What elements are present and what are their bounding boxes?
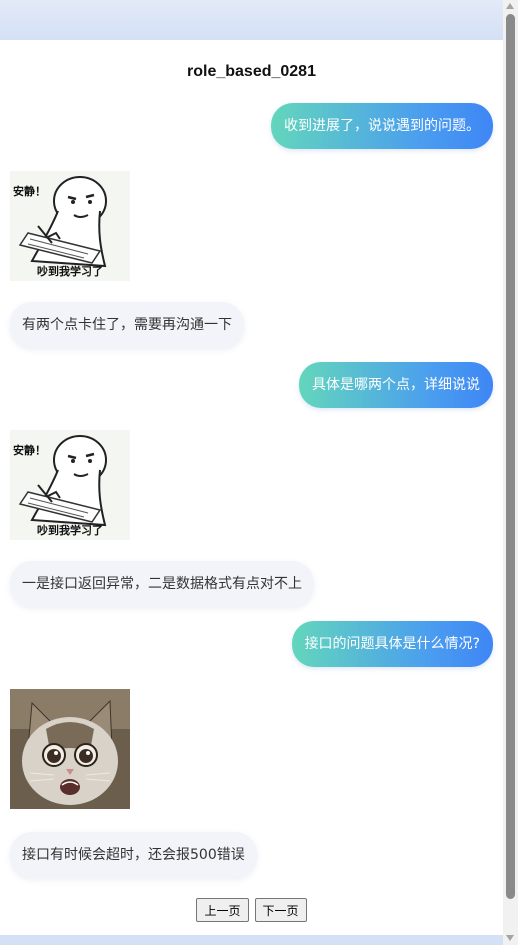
sticker-caption-text: 吵到我学习了	[37, 524, 103, 537]
message-bubble-incoming: 接口有时候会超时，还会报500错误	[10, 832, 257, 878]
pagination: 上一页 下一页	[0, 898, 503, 922]
prev-page-button[interactable]: 上一页	[196, 898, 249, 922]
message-bubble-outgoing: 接口的问题具体是什么情况?	[291, 621, 493, 667]
message-bubble-outgoing: 收到进展了，说说遇到的问题。	[271, 103, 493, 149]
studying-meme-sticker: 安静！ 吵到我学习了	[10, 430, 130, 540]
studying-meme-sticker: 安静！ 吵到我学习了	[10, 171, 130, 281]
vertical-scrollbar[interactable]	[503, 0, 518, 945]
shocked-cat-sticker	[10, 689, 130, 809]
shocked-cat-icon	[10, 689, 130, 809]
sticker-tag-text: 安静！	[13, 185, 46, 198]
sticker-tag-text: 安静！	[13, 444, 46, 457]
scroll-down-arrow-icon[interactable]	[506, 935, 514, 941]
next-page-button[interactable]: 下一页	[254, 898, 307, 922]
top-header-band	[0, 0, 518, 40]
chat-title: role_based_0281	[187, 63, 316, 80]
message-bubble-incoming: 一是接口返回异常，二是数据格式有点对不上	[10, 561, 314, 607]
scrollbar-thumb[interactable]	[506, 14, 515, 899]
scroll-up-arrow-icon[interactable]	[506, 3, 514, 9]
message-bubble-outgoing: 具体是哪两个点，详细说说	[299, 362, 493, 408]
sticker-caption-text: 吵到我学习了	[37, 265, 103, 278]
bottom-band	[0, 935, 518, 945]
message-bubble-incoming: 有两个点卡住了，需要再沟通一下	[10, 302, 244, 348]
